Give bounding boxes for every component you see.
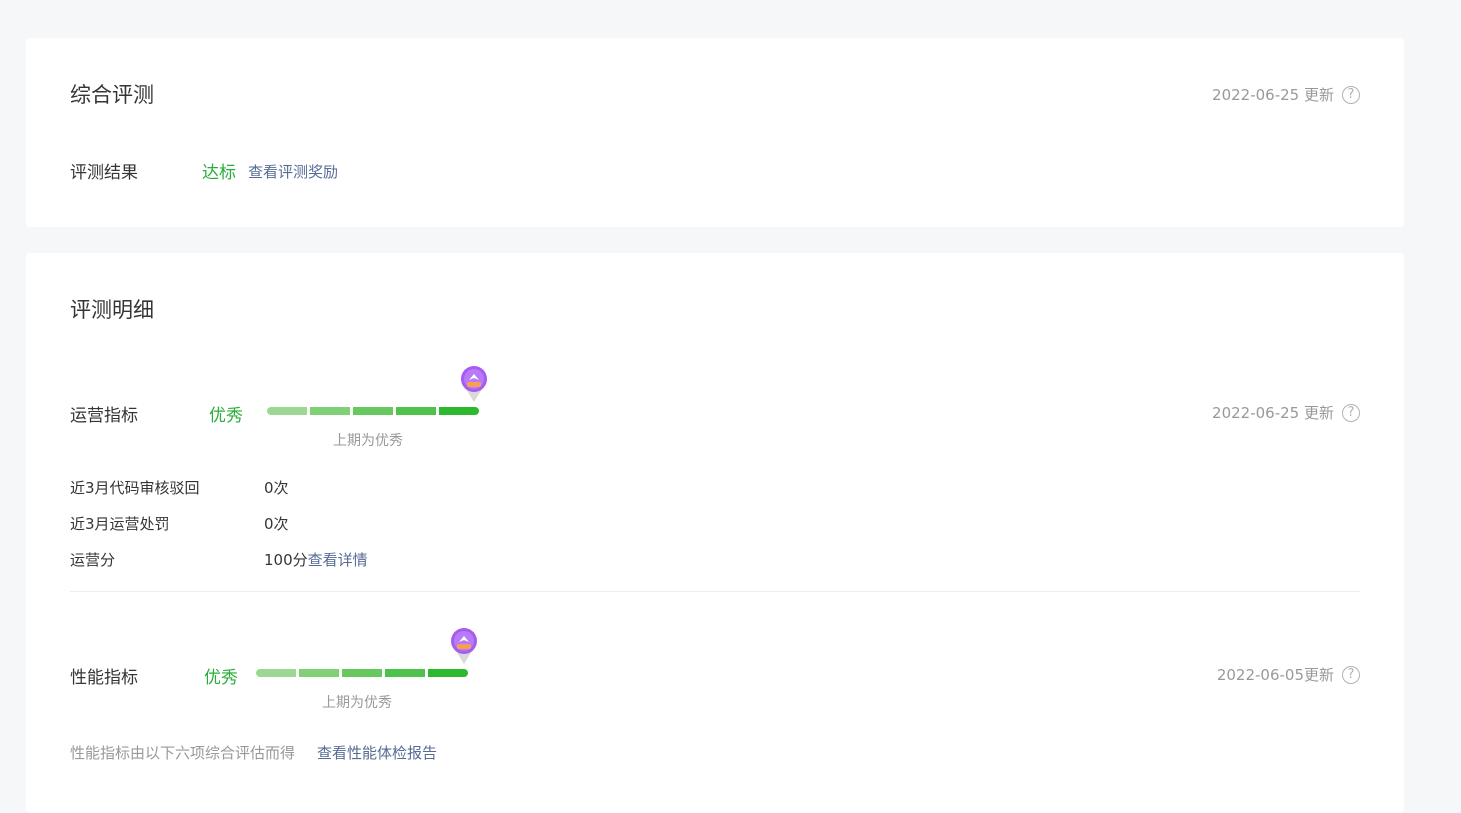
question-circle-icon[interactable]: ? [1342,665,1360,684]
level-segment-3 [342,669,382,677]
overall-card: 综合评测 2022-06-25 更新 ? 评测结果 达标 查看评测奖励 [26,38,1404,227]
overall-updated-text: 2022-06-25 更新 [1212,86,1334,104]
operation-penalty-label: 近3月运营处罚 [70,515,170,533]
performance-note: 性能指标由以下六项综合评估而得 [70,744,296,762]
level-segment-4 [396,407,436,415]
operation-level-bar [267,407,479,415]
view-performance-report-link[interactable]: 查看性能体检报告 [317,742,437,763]
level-segment-1 [256,669,296,677]
operation-penalty-value: 0次 [264,515,289,533]
performance-updated-text: 2022-06-05更新 [1216,666,1334,684]
operation-previous: 上期为优秀 [333,433,403,449]
view-score-detail-link[interactable]: 查看详情 [308,551,368,569]
level-segment-2 [299,669,339,677]
section-divider [70,591,1360,592]
performance-level-bar [256,669,468,677]
overall-updated: 2022-06-25 更新 ? [1212,84,1360,105]
performance-label: 性能指标 [70,668,138,688]
badge-pin-icon [451,628,477,664]
operation-score-value: 100分 [264,551,308,569]
operation-score-label: 运营分 [70,551,116,569]
overall-title: 综合评测 [70,83,154,107]
result-label: 评测结果 [70,163,138,183]
level-segment-5 [428,669,468,677]
operation-updated: 2022-06-25 更新 ? [1212,402,1360,423]
operation-updated-text: 2022-06-25 更新 [1212,404,1334,422]
performance-previous: 上期为优秀 [322,695,392,711]
operation-label: 运营指标 [70,406,138,426]
question-circle-icon[interactable]: ? [1342,403,1360,422]
level-segment-3 [353,407,393,415]
badge-pin-icon [461,366,487,402]
performance-updated: 2022-06-05更新 ? [1217,664,1360,685]
result-value: 达标 [202,163,236,183]
code-review-reject-value: 0次 [264,479,289,497]
detail-title: 评测明细 [70,298,154,322]
level-segment-5 [439,407,479,415]
view-reward-link[interactable]: 查看评测奖励 [248,161,338,182]
code-review-reject-label: 近3月代码审核驳回 [70,479,200,497]
operation-score: 100分查看详情 [264,549,368,570]
operation-level: 优秀 [209,406,243,426]
detail-card: 评测明细 运营指标 优秀 上期为优秀 2022-06-25 更新 ? 近3月代码… [26,253,1404,813]
level-segment-4 [385,669,425,677]
performance-level: 优秀 [204,668,238,688]
question-circle-icon[interactable]: ? [1342,85,1360,104]
level-segment-2 [310,407,350,415]
level-segment-1 [267,407,307,415]
